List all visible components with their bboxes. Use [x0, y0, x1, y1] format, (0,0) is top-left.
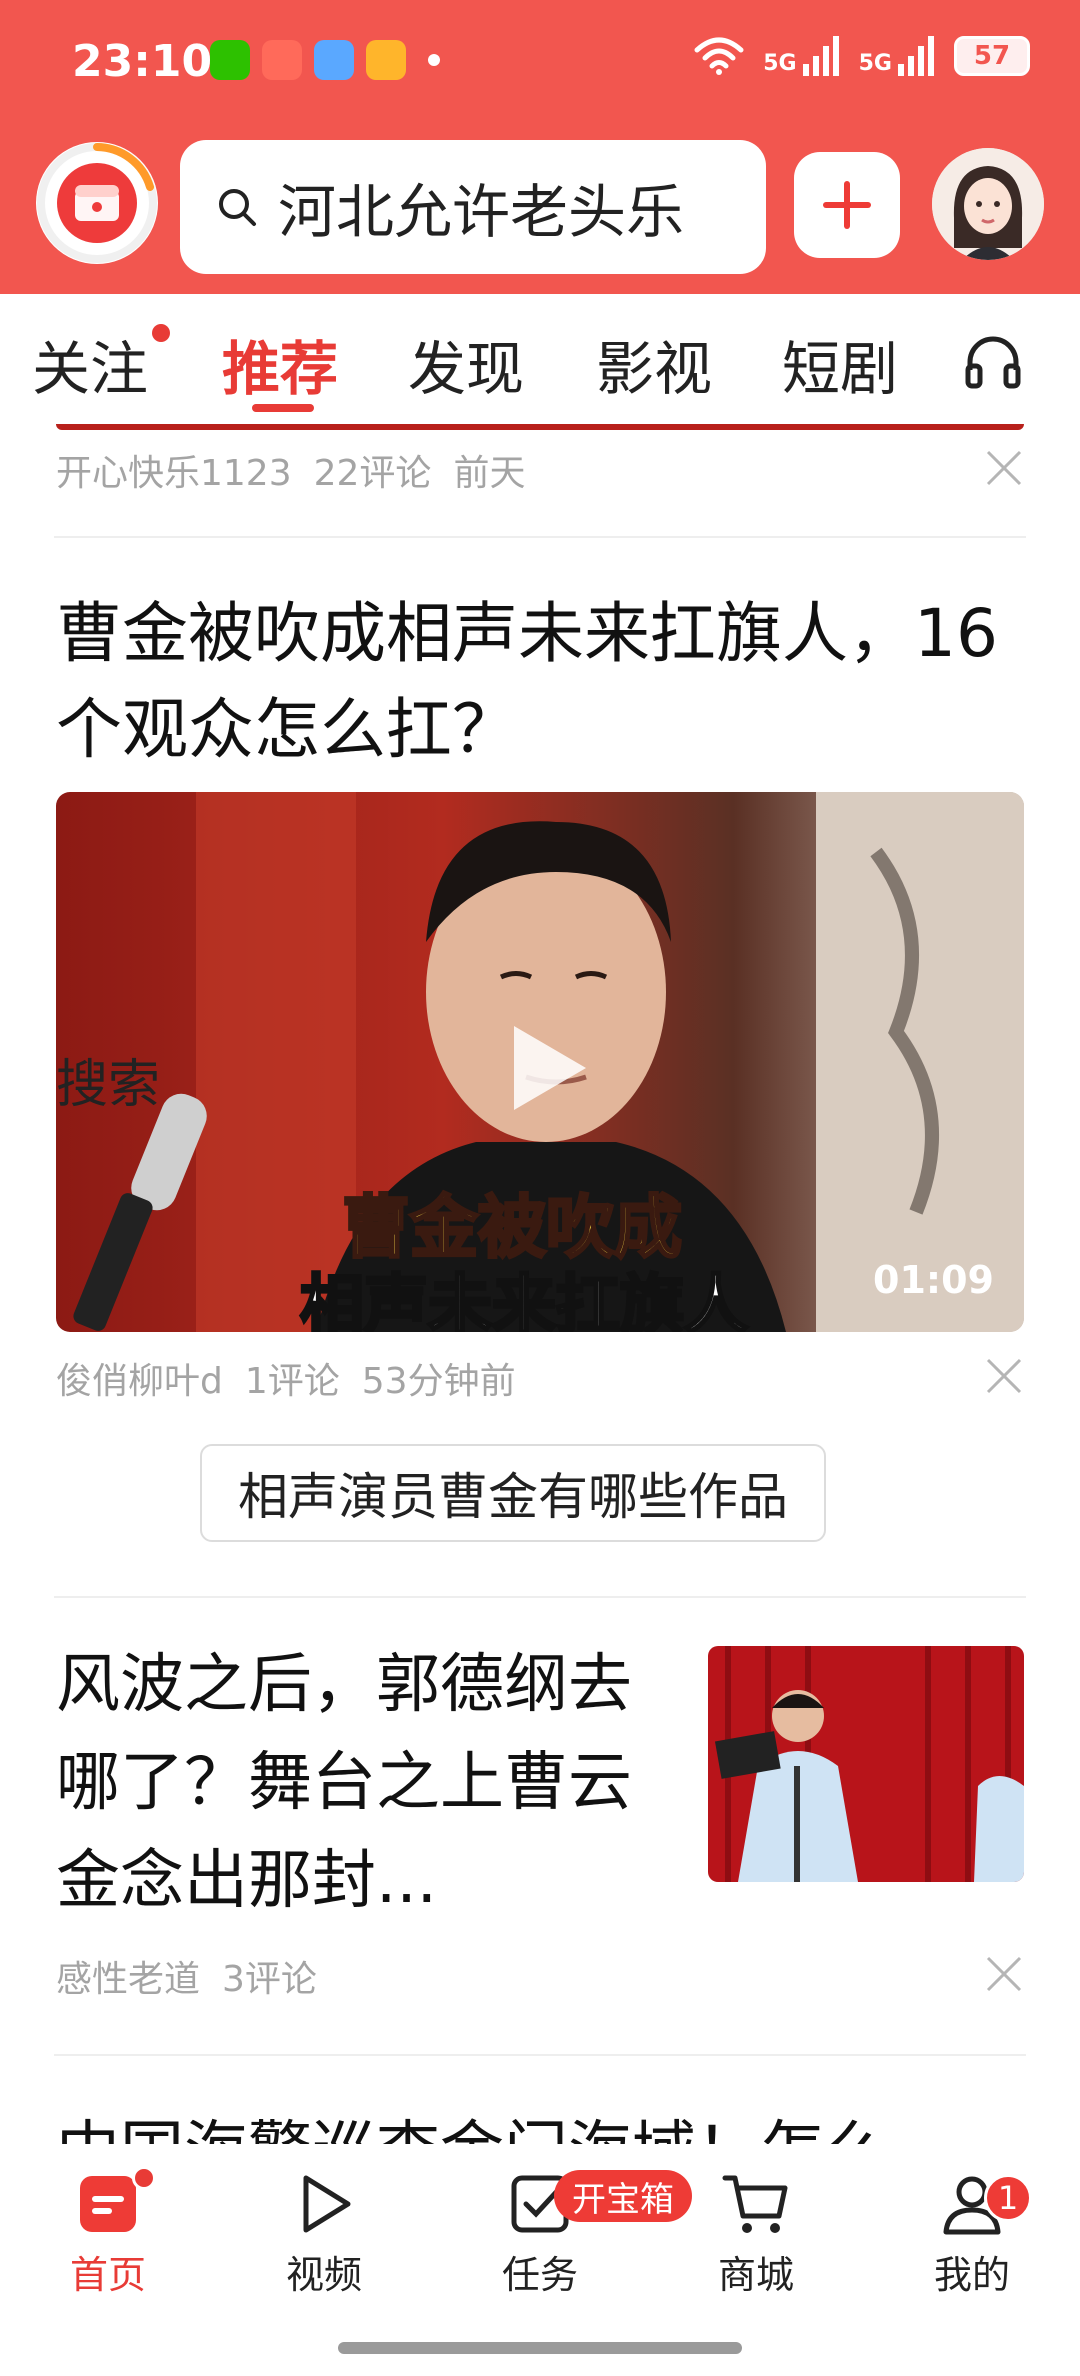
logo-progress-ring [37, 143, 157, 263]
video-item-meta: 俊俏柳叶d 1评论 53分钟前 [56, 1352, 538, 1404]
divider [54, 2054, 1026, 2056]
search-icon [219, 189, 256, 226]
article-thumbnail[interactable] [708, 1646, 1024, 1882]
video-item-time: 53分钟前 [361, 1361, 516, 1402]
wechat-icon [210, 40, 250, 80]
prev-item-meta: 开心快乐1123 22评论 前天 [56, 444, 547, 496]
nav-home[interactable]: 首页 [28, 2172, 188, 2299]
prev-item-comments: 22评论 [313, 453, 432, 494]
play-icon [303, 2175, 351, 2233]
status-bar: 23:10 5G 5G 57 [0, 0, 1080, 130]
tab-follow[interactable]: 关注 [32, 322, 148, 406]
plus-icon [823, 181, 871, 229]
avatar[interactable] [932, 148, 1044, 260]
search-query: 河北允许老头乐 [278, 178, 685, 246]
home-icon [80, 2176, 136, 2232]
play-icon [514, 1026, 586, 1110]
battery-indicator: 57 [954, 36, 1030, 76]
tab-short-drama[interactable]: 短剧 [782, 322, 898, 406]
top-header: 23:10 5G 5G 57 河北允许老头乐 [0, 0, 1080, 294]
profile-badge-count: 1 [984, 2174, 1032, 2222]
weather-icon [314, 40, 354, 80]
article-item-title[interactable]: 风波之后，郭德纲去哪了？舞台之上曹云金念出那封... [56, 1636, 656, 1930]
nav-video[interactable]: 视频 [244, 2172, 404, 2299]
treasure-box-badge[interactable]: 开宝箱 [554, 2170, 692, 2222]
search-suggestion-label: 搜索 [56, 1055, 161, 1115]
video-caption-line2: 相声未来扛旗人 [299, 1268, 750, 1333]
search-bar[interactable]: 河北允许老头乐 [180, 140, 766, 274]
app-notification-icon-2 [366, 40, 406, 80]
status-time: 23:10 [72, 36, 213, 87]
divider [54, 1596, 1026, 1598]
nav-mall[interactable]: 商城 [676, 2172, 836, 2299]
signal-label: 5G [763, 51, 797, 76]
tab-film[interactable]: 影视 [596, 322, 712, 406]
article-item-comments: 3评论 [222, 1959, 317, 2000]
close-icon[interactable] [984, 1356, 1024, 1396]
article-item-meta: 感性老道 3评论 [56, 1950, 339, 2002]
tab-follow-dot [152, 324, 170, 342]
previous-item-image-edge [56, 424, 1024, 430]
news-feed[interactable]: 开心快乐1123 22评论前天 曹金被吹成相声未来扛旗人，16个观众怎么扛？ [0, 424, 1080, 2144]
headphone-icon[interactable] [962, 330, 1024, 392]
signal-label-2: 5G [858, 51, 892, 76]
close-icon[interactable] [984, 448, 1024, 488]
app-notification-icon [262, 40, 302, 80]
signal-icon: 5G [763, 36, 840, 76]
video-item-title[interactable]: 曹金被吹成相声未来扛旗人，16个观众怎么扛？ [56, 586, 1016, 778]
prev-item-time: 前天 [453, 453, 526, 494]
nav-video-label: 视频 [285, 2253, 362, 2297]
home-indicator[interactable] [338, 2342, 742, 2354]
search-suggestion-chip[interactable]: 相声演员曹金有哪些作品 [200, 1444, 826, 1542]
close-icon[interactable] [984, 1954, 1024, 1994]
nav-mall-label: 商城 [717, 2253, 794, 2297]
divider [54, 536, 1026, 538]
video-item-author: 俊俏柳叶d [56, 1361, 223, 1402]
more-notifications-icon [428, 54, 440, 66]
tab-discover[interactable]: 发现 [408, 322, 524, 406]
video-item-comments: 1评论 [244, 1361, 340, 1402]
prev-item-author: 开心快乐1123 [56, 453, 292, 494]
video-thumbnail[interactable]: 曹金被吹成 相声未来扛旗人 01:09 [56, 792, 1024, 1332]
video-duration: 01:09 [873, 1258, 994, 1302]
nav-profile-label: 我的 [933, 2253, 1010, 2297]
publish-button[interactable] [794, 152, 900, 258]
signal-icon-2: 5G [859, 36, 936, 76]
home-badge-dot [132, 2166, 156, 2190]
next-item-title[interactable]: 中国海警巡查金门海域！怎么 [56, 2100, 888, 2144]
system-icons: 5G 5G 57 [693, 36, 1030, 76]
wifi-icon [694, 37, 744, 75]
article-thumbnail-image [708, 1646, 1024, 1882]
cart-icon [722, 2175, 788, 2233]
nav-tasks-label: 任务 [501, 2253, 578, 2297]
tab-active-indicator [252, 404, 314, 412]
channel-tabs: 关注 推荐 发现 影视 短剧 [0, 294, 1080, 424]
nav-home-label: 首页 [69, 2253, 146, 2297]
tab-recommend[interactable]: 推荐 [222, 322, 338, 406]
notification-icons [210, 40, 440, 80]
app-logo-button[interactable] [36, 142, 158, 264]
article-item-author: 感性老道 [56, 1959, 201, 2000]
